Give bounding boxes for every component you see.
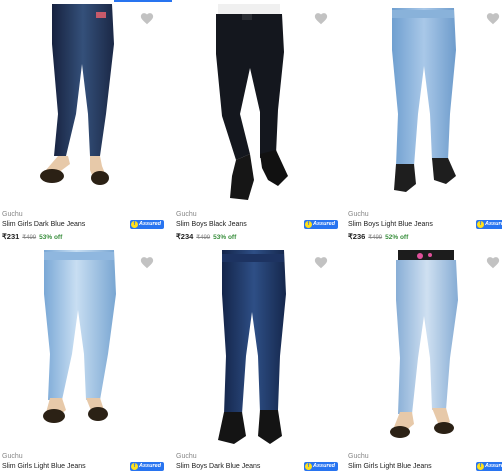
product-card[interactable]: Guchu Slim Girls Dark Blue Jeans f Assure… [0, 0, 168, 245]
original-price: ₹499 [368, 235, 383, 241]
price-row: ₹234 ₹499 53% off [176, 232, 340, 243]
assured-icon: f [131, 463, 138, 470]
assured-badge: fAssured [476, 220, 502, 229]
product-card[interactable]: Guchu Slim Girls Light Blue Jeans f Assur… [344, 248, 502, 474]
selling-price: ₹236 [348, 232, 366, 241]
original-price: ₹499 [22, 235, 37, 241]
product-image[interactable] [358, 4, 488, 202]
discount-percent: 53% off [39, 234, 63, 241]
product-grid: Guchu Slim Girls Dark Blue Jeans f Assure… [0, 0, 502, 474]
selling-price: ₹234 [176, 232, 194, 241]
product-card[interactable]: Guchu Slim Boys Dark Blue Jeans f Assured [172, 248, 340, 474]
product-image[interactable] [186, 250, 316, 444]
product-card[interactable]: Guchu Slim Girls Light Blue Jeans f Assur… [0, 248, 168, 474]
product-brand: Guchu [348, 211, 369, 218]
product-card[interactable]: Guchu Slim Boys Light Blue Jeans fAssure… [344, 0, 502, 245]
assured-icon: f [131, 221, 138, 228]
product-brand: Guchu [176, 211, 197, 218]
wishlist-heart-icon[interactable] [314, 12, 328, 26]
selling-price: ₹231 [2, 232, 20, 241]
assured-icon: f [477, 463, 484, 470]
price-row: ₹231 ₹499 53% off [2, 232, 166, 243]
product-image[interactable] [182, 4, 312, 202]
assured-icon: f [477, 221, 484, 228]
price-row: ₹236 ₹499 52% off [348, 232, 502, 243]
product-card[interactable]: Guchu Slim Boys Black Jeans f Assured ₹23… [172, 0, 340, 245]
product-brand: Guchu [348, 453, 369, 460]
wishlist-heart-icon[interactable] [486, 256, 500, 270]
discount-percent: 53% off [213, 234, 237, 241]
assured-badge: fAssured [304, 462, 338, 471]
product-image[interactable] [14, 250, 144, 444]
assured-badge: fAssured [304, 220, 338, 229]
assured-icon: f [305, 463, 312, 470]
wishlist-heart-icon[interactable] [140, 12, 154, 26]
wishlist-heart-icon[interactable] [140, 256, 154, 270]
assured-badge: fAssured [130, 220, 164, 229]
product-brand: Guchu [2, 453, 23, 460]
product-brand: Guchu [2, 211, 23, 218]
assured-badge: fAssured [130, 462, 164, 471]
assured-icon: f [305, 221, 312, 228]
product-image[interactable] [358, 250, 488, 444]
wishlist-heart-icon[interactable] [486, 12, 500, 26]
product-image[interactable] [14, 4, 144, 202]
assured-badge: fAssured [476, 462, 502, 471]
original-price: ₹499 [196, 235, 211, 241]
discount-percent: 52% off [385, 234, 409, 241]
wishlist-heart-icon[interactable] [314, 256, 328, 270]
product-brand: Guchu [176, 453, 197, 460]
